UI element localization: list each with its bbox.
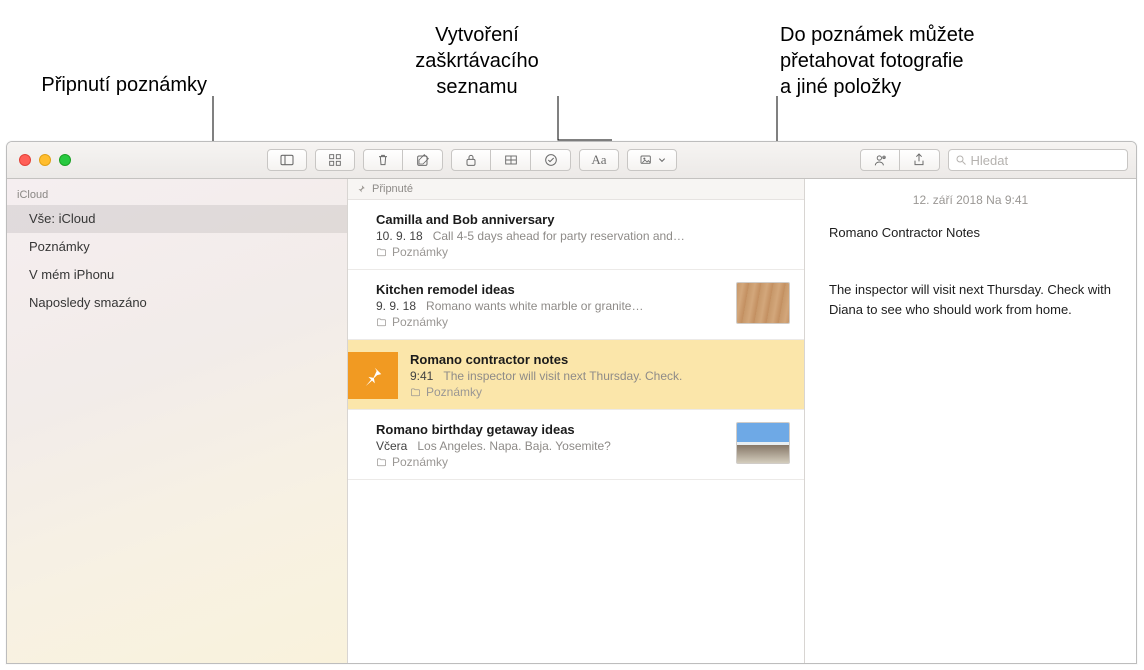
note-thumbnail <box>736 422 790 464</box>
note-thumbnail <box>736 282 790 324</box>
folder-icon <box>376 457 387 468</box>
callouts-layer: Připnutí poznámky Vytvoření zaškrtávacíh… <box>0 0 1144 140</box>
note-list-item[interactable]: Camilla and Bob anniversary 10. 9. 18Call… <box>348 200 804 270</box>
sidebar-item[interactable]: V mém iPhonu <box>7 261 347 289</box>
collaborate-button[interactable] <box>860 149 900 171</box>
list-view-button[interactable] <box>315 149 355 171</box>
note-list-item[interactable]: Romano contractor notes 9:41The inspector… <box>348 340 804 410</box>
search-input[interactable]: Hledat <box>948 149 1129 171</box>
folder-icon <box>376 317 387 328</box>
sidebar-item[interactable]: Naposledy smazáno <box>7 289 347 317</box>
search-placeholder: Hledat <box>971 153 1009 168</box>
sidebar-item[interactable]: Poznámky <box>7 233 347 261</box>
note-list: Připnuté Camilla and Bob anniversary 10. … <box>348 179 805 663</box>
note-title: Romano Contractor Notes <box>829 225 1112 240</box>
sidebar-account-heading: iCloud <box>7 185 347 205</box>
share-button[interactable] <box>900 149 940 171</box>
new-note-button[interactable] <box>403 149 443 171</box>
note-item-meta: 9. 9. 18Romano wants white marble or gra… <box>376 299 724 313</box>
zoom-window-button[interactable] <box>59 154 71 166</box>
lock-note-button[interactable] <box>451 149 491 171</box>
media-button[interactable] <box>627 149 677 171</box>
note-item-meta: VčeraLos Angeles. Napa. Baja. Yosemite? <box>376 439 724 453</box>
format-button[interactable]: Aa <box>579 149 619 171</box>
note-item-folder: Poznámky <box>376 245 790 259</box>
search-icon <box>955 154 967 166</box>
toggle-sidebar-button[interactable] <box>267 149 307 171</box>
note-list-item[interactable]: Kitchen remodel ideas 9. 9. 18Romano want… <box>348 270 804 340</box>
note-item-title: Romano birthday getaway ideas <box>376 422 724 437</box>
window-controls <box>19 154 71 166</box>
pin-indicator <box>348 352 398 399</box>
note-date: 12. září 2018 Na 9:41 <box>829 193 1112 207</box>
note-item-title: Romano contractor notes <box>410 352 790 367</box>
delete-note-button[interactable] <box>363 149 403 171</box>
note-item-folder: Poznámky <box>410 385 790 399</box>
minimize-window-button[interactable] <box>39 154 51 166</box>
close-window-button[interactable] <box>19 154 31 166</box>
toolbar: Aa Hledat <box>7 142 1136 179</box>
note-list-item[interactable]: Romano birthday getaway ideas VčeraLos An… <box>348 410 804 480</box>
notes-app-window: Aa Hledat iCloud Vše: iCloudPoznámkyV <box>6 141 1137 664</box>
note-item-folder: Poznámky <box>376 455 724 469</box>
note-item-folder: Poznámky <box>376 315 724 329</box>
sidebar: iCloud Vše: iCloudPoznámkyV mém iPhonuNa… <box>7 179 348 663</box>
note-item-meta: 10. 9. 18Call 4-5 days ahead for party r… <box>376 229 790 243</box>
note-item-title: Kitchen remodel ideas <box>376 282 724 297</box>
pin-icon <box>356 184 366 194</box>
sidebar-item[interactable]: Vše: iCloud <box>7 205 347 233</box>
folder-icon <box>376 247 387 258</box>
note-body: The inspector will visit next Thursday. … <box>829 280 1112 319</box>
checklist-button[interactable] <box>531 149 571 171</box>
note-item-meta: 9:41The inspector will visit next Thursd… <box>410 369 790 383</box>
table-button[interactable] <box>491 149 531 171</box>
folder-icon <box>410 387 421 398</box>
note-item-title: Camilla and Bob anniversary <box>376 212 790 227</box>
pinned-section-header: Připnuté <box>348 179 804 200</box>
note-content[interactable]: 12. září 2018 Na 9:41 Romano Contractor … <box>805 179 1136 663</box>
